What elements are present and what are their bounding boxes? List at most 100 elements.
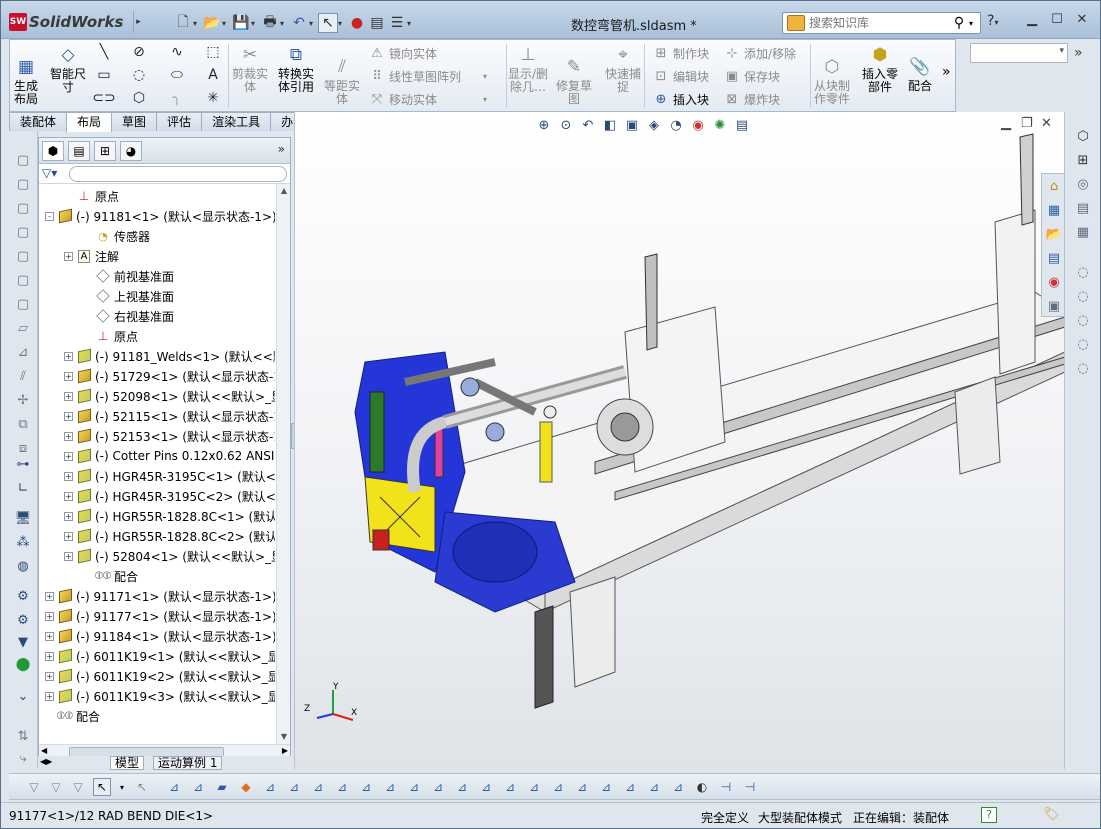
undo-icon[interactable]: ↶ <box>289 13 309 33</box>
expand-icon[interactable]: + <box>64 251 73 261</box>
routing-icon[interactable]: ⤷ <box>14 749 32 767</box>
copy-icon[interactable]: ⧉ <box>14 415 32 433</box>
box-icon[interactable]: ▢ <box>14 151 32 169</box>
filter-icon[interactable]: ▽▾ <box>42 166 57 180</box>
tree-item[interactable]: + A 注解 <box>39 246 119 266</box>
filter-edges-icon[interactable]: ▽ <box>69 778 87 796</box>
app-logo[interactable]: SW SolidWorks <box>9 10 123 34</box>
command-overflow-icon[interactable]: » <box>942 64 951 80</box>
3d-box-icon[interactable]: ⬡ <box>1072 126 1094 146</box>
collapse-icon[interactable]: ⌄ <box>14 687 32 705</box>
nodes-icon[interactable]: ⁂ <box>14 533 32 551</box>
print-dropdown-icon[interactable]: ▾ <box>280 19 289 28</box>
select-dropdown-icon[interactable]: ▾ <box>338 19 347 28</box>
expand-icon[interactable]: + <box>64 431 73 441</box>
tree-item[interactable]: + (-) 91184<1> (默认<显示状态-1>) <box>39 626 275 646</box>
dimension-icon[interactable]: ⊿ <box>14 343 32 361</box>
disabled-tool-icon[interactable]: ◌ <box>1072 262 1094 282</box>
tree-item[interactable]: 前视基准面 <box>39 266 174 286</box>
appearances-icon[interactable]: ◉ <box>1043 272 1065 292</box>
save-icon[interactable]: 💾 <box>231 13 251 33</box>
expand-icon[interactable]: + <box>64 491 73 501</box>
gear-icon[interactable]: ⚙ <box>14 611 32 629</box>
toolbar-expand-icon[interactable]: » <box>1074 45 1083 61</box>
tab-render-tools[interactable]: 渲染工具 <box>201 112 272 131</box>
globe-icon[interactable]: ◍ <box>14 557 32 575</box>
filter-cosmetic-threads-icon[interactable]: ⊿ <box>621 778 639 796</box>
search-input[interactable] <box>809 16 949 30</box>
tree-item[interactable]: 上视基准面 <box>39 286 174 306</box>
filter-notes-icon[interactable]: ⊿ <box>525 778 543 796</box>
disabled-tool-icon[interactable]: ◌ <box>1072 358 1094 378</box>
tree-item[interactable]: ◔ 传感器 <box>39 226 150 246</box>
cmd-explode-block[interactable]: ⊠ 爆炸块 <box>723 89 780 109</box>
scroll-up-icon[interactable]: ▲ <box>277 184 291 198</box>
expand-icon[interactable]: + <box>64 471 73 481</box>
reverse-icon[interactable]: ⇅ <box>14 727 32 745</box>
graphics-area[interactable]: ⊕ ⊙ ↶ ◧ ▣ ◈ ◔ ◉ ✺ ▤ ▁ ❐ ✕ Y X Z <box>294 112 1064 769</box>
box-icon[interactable]: ▢ <box>14 223 32 241</box>
fillet-icon[interactable]: ╮ <box>168 89 186 107</box>
cmd-make-block[interactable]: ⊞ 制作块 <box>652 43 709 63</box>
options-icon[interactable]: ☰ <box>387 13 407 33</box>
property-manager-tab-icon[interactable]: ▤ <box>68 141 90 161</box>
disabled-tool-icon[interactable]: ◌ <box>1072 286 1094 306</box>
rebuild-traffic-light-icon[interactable]: ● <box>347 13 367 33</box>
close-icon[interactable]: ✕ <box>1071 12 1093 32</box>
home-icon[interactable]: ⌂ <box>1043 176 1065 196</box>
slot-icon[interactable]: ⊂⊃ <box>92 89 115 107</box>
disabled-tool-icon[interactable]: ◌ <box>1072 310 1094 330</box>
filter-centerline-icon[interactable]: ⊿ <box>429 778 447 796</box>
tab-evaluate[interactable]: 评估 <box>156 112 203 131</box>
select-other-icon[interactable]: ↖ <box>133 778 151 796</box>
cmd-display-relations[interactable]: ⊥ 显示/删 除几… <box>508 44 548 94</box>
tree-item[interactable]: - (-) 91181<1> (默认<显示状态-1>) <box>39 206 275 226</box>
filter-dimensions-icon[interactable]: ⊿ <box>453 778 471 796</box>
file-properties-icon[interactable]: ▤ <box>367 13 387 33</box>
tab-model[interactable]: 模型 <box>110 756 145 770</box>
cmd-add-remove[interactable]: ⊹ 添加/移除 <box>723 43 797 63</box>
tree-item[interactable]: + (-) Cotter Pins 0.12x0.62 ANSI B <box>39 446 275 466</box>
minimize-icon[interactable]: ▁ <box>1021 12 1043 32</box>
filter-dowel-pins-icon[interactable]: ⊿ <box>669 778 687 796</box>
pipe-bender-model[interactable] <box>295 112 1064 769</box>
text-icon[interactable]: A <box>204 66 222 84</box>
tree-item[interactable]: + (-) 52153<1> (默认<显示状态-1 <box>39 426 275 446</box>
scroll-down-icon[interactable]: ▼ <box>277 730 291 744</box>
cmd-move-entities[interactable]: ⤧ 移动实体 ▾ <box>368 89 487 109</box>
tree-item[interactable]: ⦶⦶ 配合 <box>39 566 138 586</box>
tree-item[interactable]: + (-) 91177<1> (默认<显示状态-1>) <box>39 606 275 626</box>
tree-item[interactable]: + (-) 51729<1> (默认<显示状态-1 <box>39 366 275 386</box>
tree-item[interactable]: + (-) 6011K19<2> (默认<<默认>_显示 <box>39 666 275 686</box>
settings-icon[interactable]: ⚙ <box>14 587 32 605</box>
cmd-offset-entities[interactable]: ⫽ 等距实 体 <box>324 56 360 106</box>
filter-toolbar-icon[interactable]: ▽ <box>25 778 43 796</box>
filter-solid-bodies-icon[interactable]: ⊿ <box>261 778 279 796</box>
expand-icon[interactable]: + <box>64 511 73 521</box>
box-icon[interactable]: ▢ <box>14 271 32 289</box>
new-document-icon[interactable]: 🗋 <box>173 13 193 33</box>
tree-item[interactable]: + (-) 91181_Welds<1> (默认<<默 <box>39 346 275 366</box>
point-icon[interactable]: ⬚ <box>204 43 222 61</box>
tree-item[interactable]: 右视基准面 <box>39 306 174 326</box>
expand-icon[interactable]: + <box>64 531 73 541</box>
filter-routing-points-icon[interactable]: ⊣ <box>717 778 735 796</box>
cmd-trim-entities[interactable]: ✂ 剪裁实 体 <box>232 44 268 94</box>
help-status-icon[interactable]: ? <box>981 807 997 823</box>
expand-icon[interactable]: + <box>64 551 73 561</box>
cmd-linear-pattern[interactable]: ⠿ 线性草图阵列 ▾ <box>368 66 487 86</box>
spline-icon[interactable]: ∿ <box>168 43 186 61</box>
filter-connection-points-icon[interactable]: ◐ <box>693 778 711 796</box>
filter-faces-icon[interactable]: ▽ <box>47 778 65 796</box>
expand-icon[interactable]: + <box>64 391 73 401</box>
tab-sketch[interactable]: 草图 <box>111 112 158 131</box>
box-icon[interactable]: ▢ <box>14 295 32 313</box>
filter-vertices-icon[interactable]: ⊿ <box>165 778 183 796</box>
configuration-combo[interactable]: ▾ <box>970 43 1068 63</box>
move-icon[interactable]: ✢ <box>14 391 32 409</box>
filter-center-marks-icon[interactable]: ⊿ <box>405 778 423 796</box>
tree-structure-icon[interactable]: ⊞ <box>1072 150 1094 170</box>
expand-icon[interactable]: + <box>64 351 73 361</box>
open-folder-icon[interactable]: 📂 <box>202 13 222 33</box>
tag-icon[interactable]: 🏷 <box>1043 807 1060 822</box>
